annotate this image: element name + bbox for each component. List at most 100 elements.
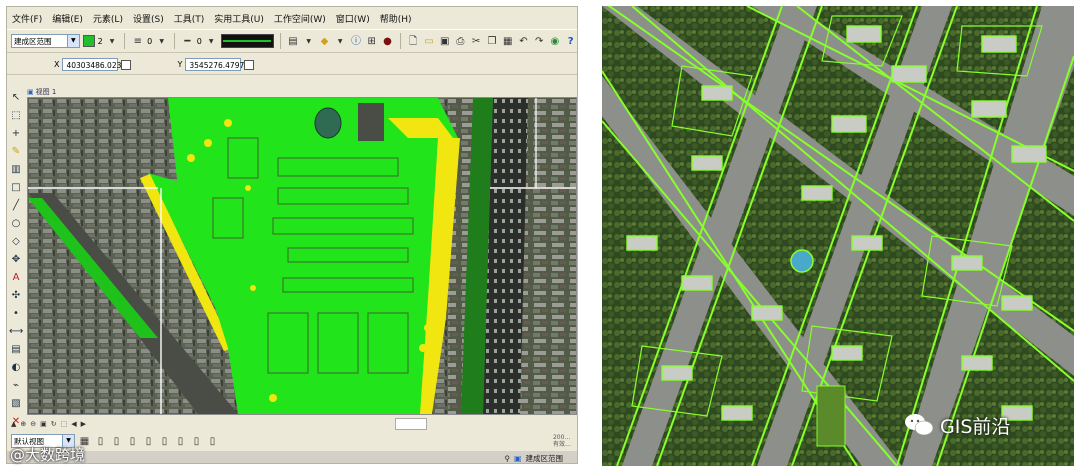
line-preview-stroke — [223, 40, 272, 42]
line-preview[interactable] — [220, 34, 274, 48]
document-icon[interactable]: ▤ — [287, 35, 300, 48]
pin-icon[interactable]: ✎ — [9, 145, 23, 158]
view-control-strip: ▲ ⊕ ⊖ ▣ ↻ ⬚ ◀ ▶ — [7, 417, 577, 431]
rotate-icon[interactable]: ↻ — [51, 420, 57, 428]
map-view-title-bar: ▣ 视图 1 — [27, 87, 56, 97]
trim-tool-icon[interactable]: ⌁ — [9, 379, 23, 392]
open-folder-icon[interactable]: ▭ — [423, 35, 436, 48]
measure-icon[interactable]: ▥ — [9, 163, 23, 176]
view-8-icon[interactable]: ▯ — [206, 435, 219, 448]
line-tool-icon[interactable]: ╱ — [9, 199, 23, 212]
new-file-icon[interactable]: 🗋 — [407, 35, 420, 48]
view-7-icon[interactable]: ▯ — [190, 435, 203, 448]
rectangle-icon[interactable]: □ — [9, 181, 23, 194]
x-coordinate-label: X — [54, 60, 60, 69]
chevron-down-icon[interactable]: ▼ — [66, 35, 79, 47]
sphere-icon[interactable]: ● — [381, 35, 394, 48]
pan-icon[interactable]: ▲ — [11, 420, 16, 428]
active-color-swatch[interactable] — [82, 35, 95, 47]
chevron-down-icon[interactable]: ▼ — [106, 35, 119, 48]
chevron-down-icon[interactable]: ▼ — [302, 35, 315, 48]
view-4-icon[interactable]: ▯ — [142, 435, 155, 448]
menu-edit[interactable]: 编辑(E) — [47, 12, 88, 25]
attributes-toolbar: 建成区范围 ▼ 2 ▼ ≡ 0 ▼ ━ 0 ▼ ▤ ▼ ◆ ▼ ⓘ ⊞ ● 🗋 … — [7, 29, 577, 53]
grid-icon[interactable]: ⊞ — [365, 35, 378, 48]
menu-workspace[interactable]: 工作空间(W) — [269, 12, 331, 25]
zoom-out-icon[interactable]: ⊖ — [30, 420, 36, 428]
view-5-icon[interactable]: ▯ — [158, 435, 171, 448]
vectorized-map-overlay — [28, 98, 576, 414]
save-icon[interactable]: ▣ — [438, 35, 451, 48]
chevron-down-icon[interactable]: ▼ — [155, 35, 168, 48]
redo-icon[interactable]: ↷ — [533, 35, 546, 48]
active-layer-label: 建成区范围 — [525, 453, 564, 463]
sports-field — [816, 385, 846, 447]
cube-icon[interactable]: ◆ — [318, 35, 331, 48]
globe-icon[interactable]: ◉ — [549, 35, 562, 48]
color-value: 2 — [97, 36, 103, 46]
text-tool-icon[interactable]: A — [9, 271, 23, 284]
info-icon[interactable]: ⓘ — [350, 35, 363, 48]
toolbar-divider — [174, 33, 175, 49]
window-area-icon[interactable]: ⬚ — [61, 420, 68, 428]
layer-indicator-icon: ▣ — [513, 453, 522, 463]
grid-tool-icon[interactable]: ▤ — [9, 343, 23, 356]
map-view-canvas[interactable] — [27, 97, 577, 415]
toolbar-divider — [399, 33, 401, 49]
menu-tools[interactable]: 工具(T) — [169, 12, 210, 25]
layer-select[interactable]: 建成区范围 ▼ — [11, 34, 80, 48]
zoom-in-icon[interactable]: ⊕ — [20, 420, 26, 428]
menu-help[interactable]: 帮助(H) — [375, 12, 417, 25]
paste-icon[interactable]: ▦ — [501, 35, 514, 48]
help-icon[interactable]: ? — [564, 35, 577, 48]
menu-file[interactable]: 文件(F) — [7, 12, 47, 25]
chevron-down-icon[interactable]: ▼ — [334, 35, 347, 48]
view-2-icon[interactable]: ▯ — [110, 435, 123, 448]
menu-utilities[interactable]: 实用工具(U) — [209, 12, 269, 25]
point-tool-icon[interactable]: • — [9, 307, 23, 320]
cut-icon[interactable]: ✂ — [470, 35, 483, 48]
x-lock-checkbox[interactable] — [121, 59, 132, 70]
view-window-icon: ▣ — [27, 88, 34, 96]
line-style-icon: ━ — [184, 35, 191, 47]
select-arrow-icon[interactable]: ↖ — [9, 91, 23, 104]
lock-icon[interactable]: ⚲ — [504, 454, 510, 463]
fit-view-icon[interactable]: ▣ — [40, 420, 47, 428]
layers-tool-icon[interactable]: ▧ — [9, 397, 23, 410]
watermark-right-text: GIS前沿 — [940, 415, 1011, 438]
view-3-icon[interactable]: ▯ — [126, 435, 139, 448]
line-style-value: 0 — [196, 36, 202, 46]
horizontal-scrollbar[interactable] — [395, 418, 427, 430]
layer-select-value: 建成区范围 — [14, 37, 52, 46]
y-lock-checkbox[interactable] — [244, 59, 255, 70]
dimension-tool-icon[interactable]: ⟷ — [9, 325, 23, 338]
menu-element[interactable]: 元素(L) — [88, 12, 128, 25]
toolbar-divider — [124, 33, 126, 49]
menu-settings[interactable]: 设置(S) — [128, 12, 169, 25]
line-weight-icon: ≡ — [133, 35, 142, 47]
watermark-right: GIS前沿 — [904, 410, 1010, 440]
copy-icon[interactable]: ❐ — [486, 35, 499, 48]
view-next-icon[interactable]: ▶ — [81, 420, 86, 428]
satellite-vectorization-image — [602, 6, 1074, 466]
satellite-overlay-svg — [602, 6, 1074, 466]
print-icon[interactable]: ⎙ — [454, 35, 467, 48]
crosshair-icon[interactable]: + — [9, 127, 23, 140]
polygon-tool-icon[interactable]: ◇ — [9, 235, 23, 248]
view-1-icon[interactable]: ▯ — [94, 435, 107, 448]
undo-icon[interactable]: ↶ — [517, 35, 530, 48]
wechat-icon — [905, 414, 934, 436]
y-coordinate-field[interactable]: 3545276.4797 — [185, 58, 244, 71]
gis-application-window: 文件(F) 编辑(E) 元素(L) 设置(S) 工具(T) 实用工具(U) 工作… — [6, 6, 578, 464]
menu-window[interactable]: 窗口(W) — [331, 12, 375, 25]
circle-tool-icon[interactable]: ○ — [9, 217, 23, 230]
x-coordinate-field[interactable]: 40303486.0235 — [62, 58, 126, 71]
fill-tool-icon[interactable]: ◐ — [9, 361, 23, 374]
view-previous-icon[interactable]: ◀ — [71, 420, 76, 428]
move-tool-icon[interactable]: ✥ — [9, 253, 23, 266]
fence-icon[interactable]: ⬚ — [9, 109, 23, 122]
cell-tool-icon[interactable]: ✣ — [9, 289, 23, 302]
view-6-icon[interactable]: ▯ — [174, 435, 187, 448]
chevron-down-icon[interactable]: ▼ — [205, 35, 218, 48]
map-view-title: 视图 1 — [35, 88, 57, 96]
